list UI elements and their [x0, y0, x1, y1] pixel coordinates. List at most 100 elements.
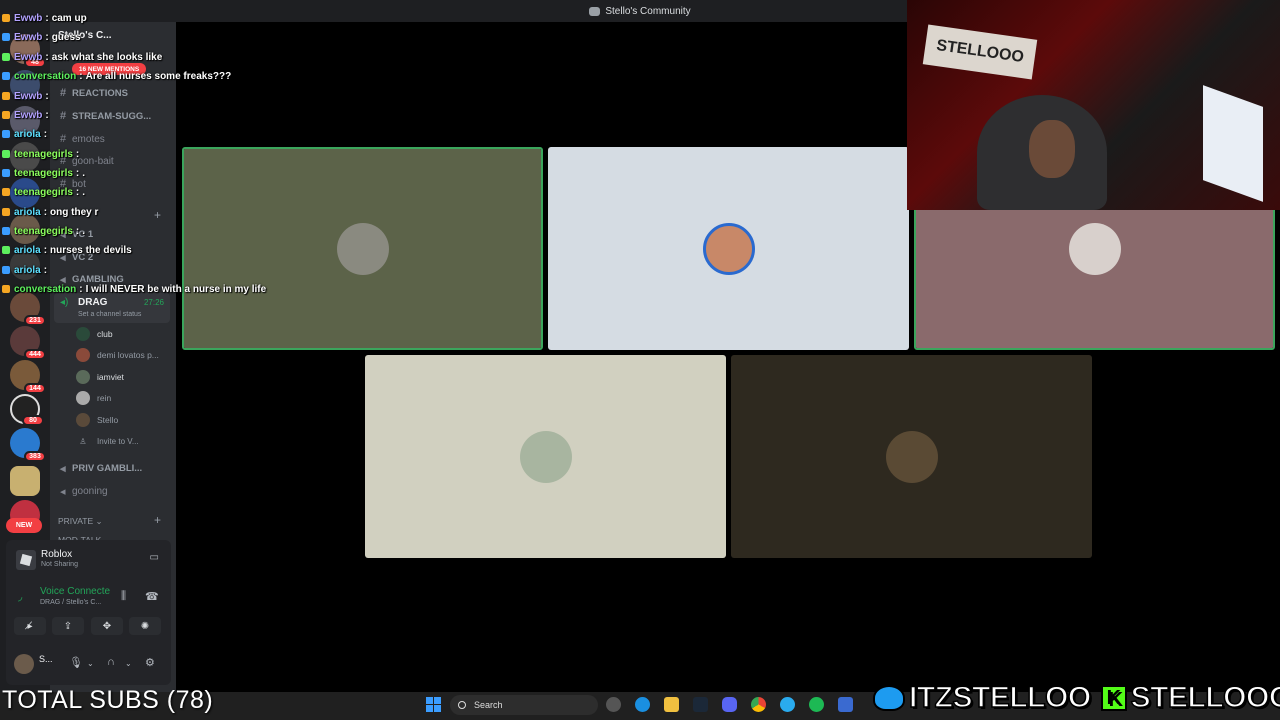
- microphone-icon[interactable]: 🎙: [69, 656, 83, 669]
- discord-taskbar-icon[interactable]: [722, 697, 737, 712]
- voice-connected-status[interactable]: Voice Connecte: [40, 586, 110, 597]
- category-private[interactable]: PRIVATE ⌄: [58, 516, 103, 527]
- chat-text: I will NEVER be with a nurse in my life: [85, 283, 267, 295]
- invite-to-voice[interactable]: ♙ Invite to V...: [76, 432, 139, 450]
- voice-user[interactable]: demi lovatos p...: [76, 346, 159, 364]
- windows-start-icon[interactable]: [426, 697, 441, 712]
- avatar: [76, 327, 90, 341]
- screen-share-icon[interactable]: ▭: [150, 552, 159, 563]
- video-tile[interactable]: [182, 147, 543, 350]
- server-icon[interactable]: 383: [10, 428, 46, 462]
- chat-separator: :: [75, 186, 80, 198]
- speaker-icon: ◂: [60, 485, 66, 498]
- chat-username: Ewwb: [14, 109, 43, 121]
- channel-reactions[interactable]: # reactions: [60, 85, 128, 101]
- chat-badge-icon: [2, 285, 10, 293]
- add-user-icon: ♙: [79, 436, 87, 446]
- chat-message: ariola:: [2, 262, 50, 278]
- voice-user[interactable]: iamviet: [76, 368, 124, 386]
- streamer-webcam: STELLOOO: [907, 0, 1280, 210]
- channel-label: emotes: [72, 133, 105, 145]
- chat-message: conversation: Are all nurses some freaks?…: [2, 68, 231, 84]
- chevron-down-icon[interactable]: ⌄: [125, 659, 132, 668]
- steam-icon[interactable]: [693, 697, 708, 712]
- video-off-button[interactable]: ▸̸: [14, 617, 46, 635]
- add-channel-icon[interactable]: +: [154, 513, 161, 527]
- share-screen-button[interactable]: ⇪: [52, 617, 84, 635]
- chat-username: teenagegirls: [14, 148, 73, 160]
- activity-subtitle: Not Sharing: [41, 561, 78, 568]
- hash-icon: #: [60, 133, 67, 145]
- window-title: Stello's Community: [605, 5, 691, 17]
- voice-timer: 27:26: [143, 298, 164, 307]
- spotify-icon[interactable]: [809, 697, 824, 712]
- username[interactable]: S...: [39, 654, 53, 664]
- headphones-icon[interactable]: ∩: [107, 656, 115, 668]
- channel-emotes[interactable]: # emotes: [60, 131, 105, 147]
- voice-user[interactable]: club: [76, 325, 113, 343]
- chat-message: Ewwb: ask what she looks like: [2, 49, 162, 65]
- chat-separator: :: [43, 128, 48, 140]
- chat-username: ariola: [14, 264, 41, 276]
- voice-channel-name: DRAG: [78, 297, 108, 308]
- avatar[interactable]: [14, 654, 34, 674]
- server-icon[interactable]: 144: [10, 360, 46, 394]
- chevron-down-icon[interactable]: ⌄: [87, 659, 94, 668]
- chat-badge-icon: [2, 246, 10, 254]
- user-panel: Roblox Not Sharing ▭ ◞ Voice Connecte DR…: [6, 540, 171, 685]
- taskbar-search[interactable]: Search: [450, 695, 598, 715]
- chat-message: Ewwb:: [2, 88, 52, 104]
- chat-username: conversation: [14, 283, 77, 295]
- activity-title: Roblox: [41, 549, 73, 560]
- activities-icon: ✥: [102, 620, 112, 632]
- chat-username: teenagegirls: [14, 186, 73, 198]
- channel-label: gooning: [72, 485, 108, 497]
- chat-username: teenagegirls: [14, 167, 73, 179]
- chat-badge-icon: [2, 14, 10, 22]
- gear-icon[interactable]: ⚙: [145, 656, 155, 669]
- chat-text: .: [82, 186, 86, 198]
- participant-avatar: [885, 430, 938, 483]
- video-tile[interactable]: [548, 147, 909, 350]
- voice-user[interactable]: rein: [76, 389, 111, 407]
- noise-suppression-icon[interactable]: ⫼: [121, 590, 126, 603]
- file-explorer-icon[interactable]: [664, 697, 679, 712]
- disconnect-icon[interactable]: ☎: [145, 590, 159, 603]
- voice-channel-priv-gambling[interactable]: ◂ PRIV GAMBLI...: [60, 460, 142, 476]
- new-servers-pill[interactable]: NEW: [6, 518, 42, 533]
- soundboard-button[interactable]: ✺: [129, 617, 161, 635]
- voice-user[interactable]: Stello: [76, 411, 118, 429]
- chat-text: Are all nurses some freaks???: [85, 70, 232, 82]
- server-icon[interactable]: 444: [10, 326, 46, 360]
- video-tile[interactable]: [365, 355, 726, 558]
- server-icon[interactable]: [10, 466, 40, 496]
- voice-connection-location[interactable]: DRAG / Stello's C...: [40, 599, 101, 606]
- server-icon[interactable]: 80: [10, 394, 44, 426]
- telegram-icon[interactable]: [780, 697, 795, 712]
- avatar: [76, 370, 90, 384]
- voice-channel-gooning[interactable]: ◂ gooning: [60, 483, 108, 499]
- mention-badge: 383: [24, 451, 46, 462]
- participant-avatar: [1068, 222, 1121, 275]
- chat-text: .: [82, 167, 86, 179]
- active-voice-channel[interactable]: ◂) DRAG 27:26 Set a channel status: [54, 293, 170, 323]
- streamer-head: [1029, 120, 1075, 178]
- chat-text: guess: [51, 31, 81, 43]
- video-off-icon: ▸̸: [27, 620, 33, 632]
- hash-icon: #: [60, 87, 67, 99]
- chat-badge-icon: [2, 188, 10, 196]
- chat-username: Ewwb: [14, 51, 43, 63]
- chat-badge-icon: [2, 130, 10, 138]
- app-icon[interactable]: [838, 697, 853, 712]
- edge-icon[interactable]: [635, 697, 650, 712]
- chat-text: nurses the devils: [50, 244, 132, 256]
- chrome-icon[interactable]: [751, 697, 766, 712]
- channel-status-prompt[interactable]: Set a channel status: [78, 311, 141, 318]
- channel-stream-suggestions[interactable]: # stream-sugg...: [60, 108, 151, 124]
- invite-label: Invite to V...: [97, 436, 139, 446]
- chatgpt-icon[interactable]: [606, 697, 621, 712]
- activities-button[interactable]: ✥: [91, 617, 123, 635]
- video-tile[interactable]: [731, 355, 1092, 558]
- add-channel-icon[interactable]: +: [154, 208, 161, 222]
- chat-badge-icon: [2, 92, 10, 100]
